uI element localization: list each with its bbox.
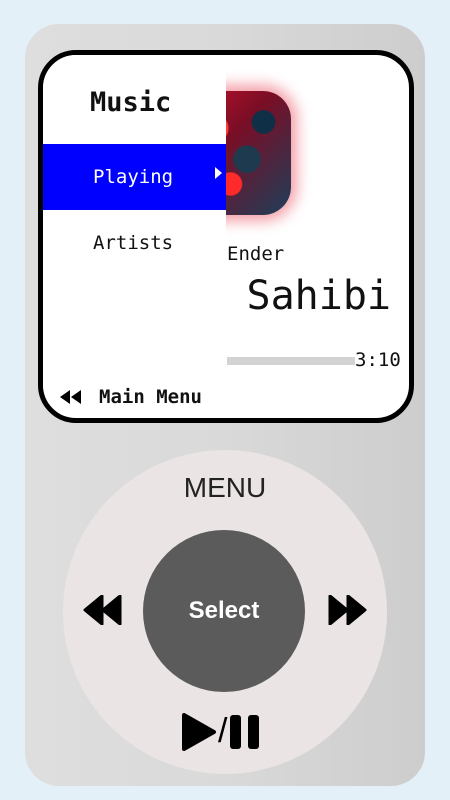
menu-item-artists[interactable]: Artists bbox=[43, 210, 226, 276]
click-wheel[interactable]: MENU Select / bbox=[63, 450, 387, 774]
previous-button[interactable] bbox=[83, 594, 123, 629]
fast-forward-icon bbox=[328, 594, 367, 626]
chevron-right-icon bbox=[215, 167, 222, 179]
rewind-icon bbox=[83, 594, 122, 626]
menu-item-label: Artists bbox=[93, 232, 174, 254]
wheel-menu-button[interactable]: MENU bbox=[63, 472, 387, 504]
screen: Ender Sahibi 3:10 Music Playing Artists … bbox=[38, 50, 414, 423]
main-menu-back[interactable]: Main Menu bbox=[60, 386, 202, 408]
menu-item-label: Playing bbox=[93, 166, 174, 188]
menu-panel: Music Playing Artists bbox=[43, 55, 226, 389]
progress-bar[interactable] bbox=[227, 357, 355, 365]
track-time: 3:10 bbox=[355, 349, 401, 371]
song-title: Sahibi bbox=[246, 273, 392, 319]
ipod-body: Ender Sahibi 3:10 Music Playing Artists … bbox=[25, 24, 425, 786]
next-button[interactable] bbox=[327, 594, 367, 629]
main-menu-label: Main Menu bbox=[99, 386, 202, 408]
play-icon bbox=[182, 712, 216, 751]
select-button[interactable]: Select bbox=[143, 530, 305, 692]
rewind-icon bbox=[60, 390, 81, 404]
artist-name: Ender bbox=[227, 243, 285, 265]
menu-title: Music bbox=[90, 87, 172, 118]
pause-icon bbox=[230, 714, 260, 749]
play-pause-button[interactable]: / bbox=[181, 712, 262, 751]
play-pause-separator: / bbox=[218, 712, 228, 750]
menu-item-playing[interactable]: Playing bbox=[43, 144, 226, 210]
